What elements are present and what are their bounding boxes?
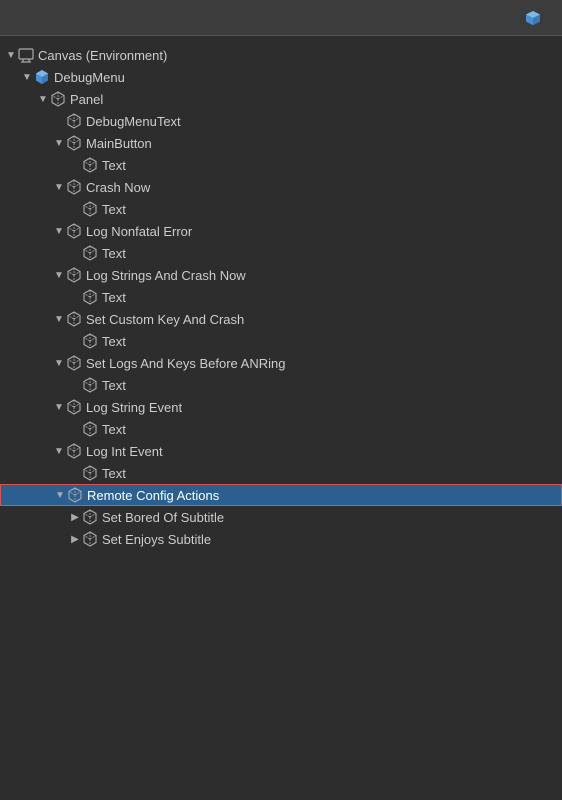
node-cube-icon: [66, 179, 82, 195]
node-cube-icon: [66, 135, 82, 151]
tree-row-mainbutton[interactable]: MainButton: [0, 132, 562, 154]
node-cube-icon: [82, 509, 98, 525]
tree-row-logintevent-text[interactable]: Text: [0, 462, 562, 484]
node-cube-icon: [66, 355, 82, 371]
node-label: Log Int Event: [86, 444, 163, 459]
node-label: MainButton: [86, 136, 152, 151]
node-label: Log Strings And Crash Now: [86, 268, 246, 283]
tree-row-setlogs-text[interactable]: Text: [0, 374, 562, 396]
node-label: Log Nonfatal Error: [86, 224, 192, 239]
node-cube-icon: [66, 113, 82, 129]
tree-row-canvas[interactable]: Canvas (Environment): [0, 44, 562, 66]
node-cube-icon: [82, 157, 98, 173]
tree-arrow[interactable]: [52, 446, 66, 457]
tree-arrow[interactable]: [52, 270, 66, 281]
tree-arrow[interactable]: [68, 534, 82, 545]
node-cube-icon: [66, 443, 82, 459]
tree-arrow[interactable]: [52, 402, 66, 413]
node-label: Text: [102, 466, 126, 481]
node-label: Set Custom Key And Crash: [86, 312, 244, 327]
tree-row-setenjoys[interactable]: Set Enjoys Subtitle: [0, 528, 562, 550]
tree-row-remoteconfig[interactable]: Remote Config Actions: [0, 484, 562, 506]
node-label: Text: [102, 202, 126, 217]
tree-arrow[interactable]: [68, 512, 82, 523]
node-label: Set Enjoys Subtitle: [102, 532, 211, 547]
node-cube-icon: [82, 465, 98, 481]
node-label: Crash Now: [86, 180, 150, 195]
node-cube-icon: [82, 245, 98, 261]
tree-arrow[interactable]: [36, 94, 50, 105]
node-label: Set Bored Of Subtitle: [102, 510, 224, 525]
node-cube-icon: [82, 289, 98, 305]
header: [0, 0, 562, 36]
node-cube-icon: [82, 201, 98, 217]
node-label: Text: [102, 334, 126, 349]
tree-arrow[interactable]: [52, 182, 66, 193]
node-cube-icon: [66, 311, 82, 327]
tree-arrow[interactable]: [52, 226, 66, 237]
node-label: Set Logs And Keys Before ANRing: [86, 356, 285, 371]
tree-arrow[interactable]: [52, 138, 66, 149]
node-cube-icon: [66, 267, 82, 283]
tree-container[interactable]: Canvas (Environment) DebugMenu Panel Deb…: [0, 36, 562, 800]
tree-row-setbored[interactable]: Set Bored Of Subtitle: [0, 506, 562, 528]
node-cube-icon: [18, 47, 34, 63]
tree-row-logintevent[interactable]: Log Int Event: [0, 440, 562, 462]
node-label: DebugMenuText: [86, 114, 181, 129]
node-cube-icon: [66, 223, 82, 239]
tree-row-logstring-text[interactable]: Text: [0, 418, 562, 440]
node-label: Text: [102, 158, 126, 173]
tree-row-debugmenu[interactable]: DebugMenu: [0, 66, 562, 88]
tree-arrow[interactable]: [4, 50, 18, 61]
tree-arrow[interactable]: [53, 490, 67, 501]
node-cube-icon: [82, 377, 98, 393]
tree-arrow[interactable]: [52, 314, 66, 325]
node-cube-icon: [82, 531, 98, 547]
tree-row-setcustom-text[interactable]: Text: [0, 330, 562, 352]
node-cube-icon: [67, 487, 83, 503]
tree-row-crashnow-text[interactable]: Text: [0, 198, 562, 220]
tree-row-crashnow[interactable]: Crash Now: [0, 176, 562, 198]
node-cube-icon: [34, 69, 50, 85]
header-title: [524, 9, 550, 27]
node-label: Remote Config Actions: [87, 488, 219, 503]
tree-row-debugmenutext[interactable]: DebugMenuText: [0, 110, 562, 132]
node-label: Log String Event: [86, 400, 182, 415]
node-cube-icon: [82, 421, 98, 437]
tree-row-setlogs[interactable]: Set Logs And Keys Before ANRing: [0, 352, 562, 374]
tree-row-logstrings[interactable]: Log Strings And Crash Now: [0, 264, 562, 286]
node-label: Text: [102, 290, 126, 305]
tree-arrow[interactable]: [52, 358, 66, 369]
tree-arrow[interactable]: [20, 72, 34, 83]
tree-row-lognonfatal[interactable]: Log Nonfatal Error: [0, 220, 562, 242]
tree-row-logstring[interactable]: Log String Event: [0, 396, 562, 418]
tree-row-mainbutton-text[interactable]: Text: [0, 154, 562, 176]
tree-row-setcustom[interactable]: Set Custom Key And Crash: [0, 308, 562, 330]
node-label: Panel: [70, 92, 103, 107]
tree-row-panel[interactable]: Panel: [0, 88, 562, 110]
node-cube-icon: [66, 399, 82, 415]
node-cube-icon: [50, 91, 66, 107]
node-label: Text: [102, 246, 126, 261]
tree-row-logstrings-text[interactable]: Text: [0, 286, 562, 308]
tree-row-lognonfatal-text[interactable]: Text: [0, 242, 562, 264]
node-label: Text: [102, 378, 126, 393]
node-label: Text: [102, 422, 126, 437]
node-label: DebugMenu: [54, 70, 125, 85]
header-cube-icon: [524, 9, 542, 27]
node-label: Canvas (Environment): [38, 48, 167, 63]
node-cube-icon: [82, 333, 98, 349]
